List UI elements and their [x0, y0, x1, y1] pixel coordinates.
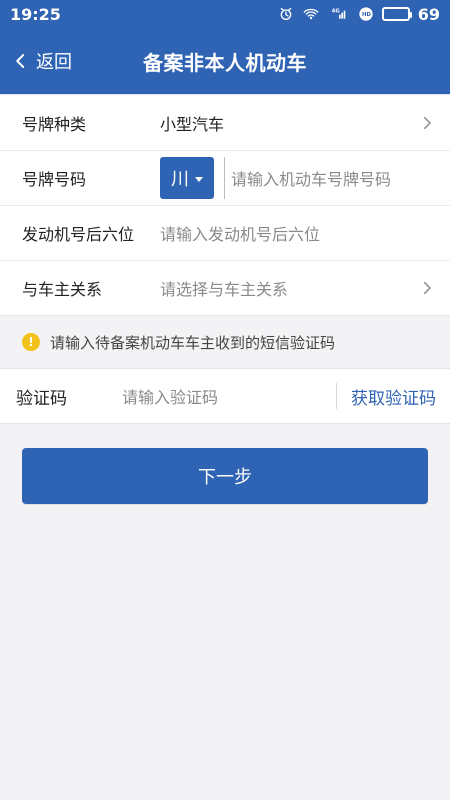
- next-button-wrap: 下一步: [0, 424, 450, 504]
- engine-number-label: 发动机号后六位: [22, 225, 135, 244]
- battery-icon: [381, 7, 412, 21]
- status-bar: 19:25 4G HD 69: [0, 0, 450, 28]
- verification-input[interactable]: 请输入验证码: [122, 384, 324, 408]
- relationship-row[interactable]: 与车主关系 请选择与车主关系: [0, 260, 450, 315]
- verification-separator: [336, 383, 337, 409]
- status-time: 19:25: [10, 4, 61, 24]
- back-button[interactable]: 返回: [12, 48, 72, 74]
- page-title: 备案非本人机动车: [143, 50, 307, 75]
- province-selected: 川: [171, 169, 189, 190]
- alarm-icon: [278, 6, 294, 22]
- caret-down-icon: [195, 176, 203, 182]
- plate-type-value: 小型汽车: [160, 114, 225, 134]
- plate-number-input[interactable]: 请输入机动车号牌号码: [224, 157, 436, 199]
- plate-number-row: 号牌号码 川 请输入机动车号牌号码: [0, 150, 450, 205]
- cellular-signal-icon: 4G: [328, 6, 350, 22]
- network-type-text: 4G: [331, 9, 339, 15]
- engine-number-input[interactable]: 请输入发动机号后六位: [160, 221, 436, 245]
- hd-icon: HD: [358, 6, 374, 22]
- plate-number-placeholder: 请输入机动车号牌号码: [231, 170, 392, 189]
- plate-number-label: 号牌号码: [22, 170, 87, 189]
- plate-type-row[interactable]: 号牌种类 小型汽车: [0, 95, 450, 150]
- plate-type-label: 号牌种类: [22, 114, 87, 134]
- province-selector[interactable]: 川: [160, 157, 214, 199]
- sms-notice: ! 请输入待备案机动车车主收到的短信验证码: [0, 316, 450, 368]
- vehicle-form: 号牌种类 小型汽车 号牌号码 川 请输入机动车号牌号码 发动机号后六位 请输入发…: [0, 94, 450, 316]
- battery-level-text: 69: [417, 4, 440, 24]
- notice-text: 请输入待备案机动车车主收到的短信验证码: [50, 333, 336, 352]
- chevron-right-icon: [418, 114, 436, 132]
- chevron-right-icon: [418, 279, 436, 297]
- get-code-button[interactable]: 获取验证码: [351, 384, 436, 409]
- status-left: 19:25: [10, 5, 61, 24]
- verification-label: 验证码: [16, 388, 67, 409]
- warning-icon: !: [22, 333, 40, 351]
- next-button[interactable]: 下一步: [22, 448, 428, 504]
- back-label: 返回: [36, 52, 72, 73]
- next-button-label: 下一步: [198, 467, 252, 488]
- chevron-left-icon: [12, 52, 30, 70]
- navigation-bar: 返回 备案非本人机动车: [0, 28, 450, 94]
- verification-row: 验证码 请输入验证码 获取验证码: [0, 368, 450, 424]
- engine-number-row: 发动机号后六位 请输入发动机号后六位: [0, 205, 450, 260]
- status-right: 4G HD 69: [278, 5, 440, 24]
- relationship-placeholder: 请选择与车主关系: [160, 280, 289, 299]
- wifi-icon: [302, 6, 320, 22]
- svg-text:HD: HD: [362, 12, 371, 18]
- relationship-label: 与车主关系: [22, 280, 103, 299]
- top-header: 19:25 4G HD 69 返回 备案非本人机动车: [0, 0, 450, 94]
